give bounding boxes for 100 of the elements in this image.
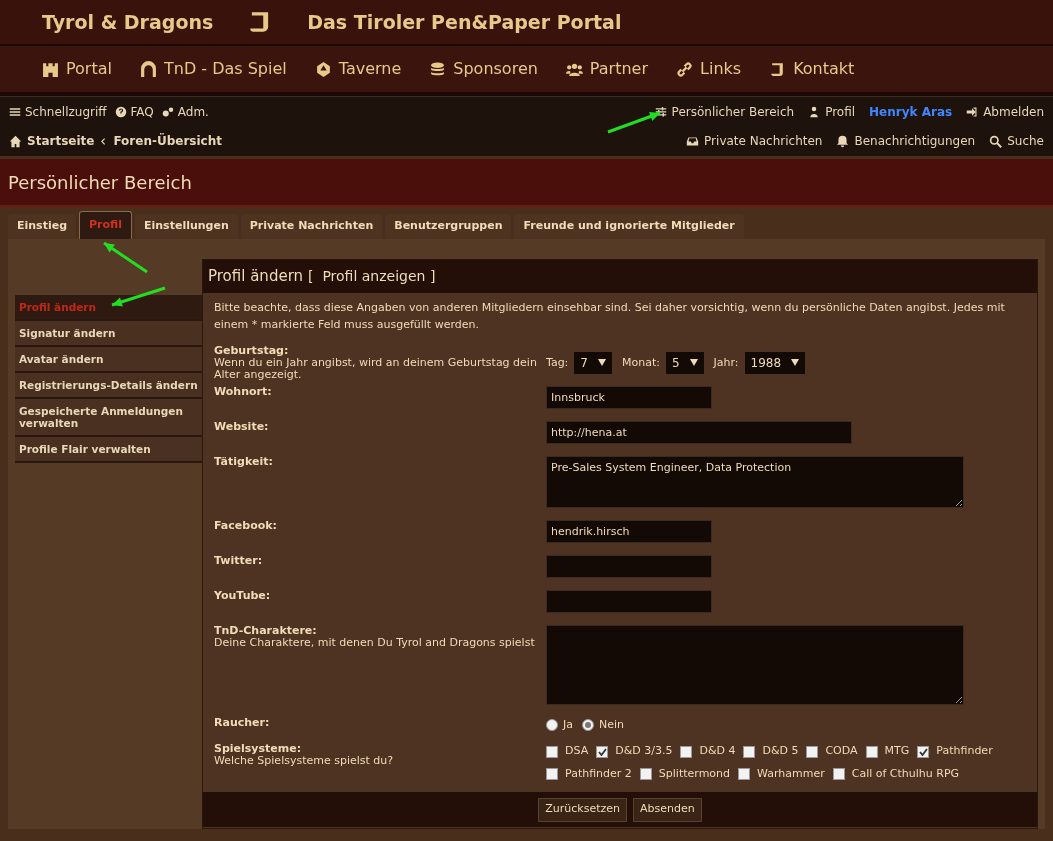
checkbox[interactable] xyxy=(832,768,845,781)
form-button[interactable]: Absenden xyxy=(633,797,702,822)
nav-link[interactable]: Taverne xyxy=(314,57,402,81)
quick-link[interactable]: Adm. xyxy=(161,102,209,121)
radio-button[interactable] xyxy=(582,719,594,732)
checkbox[interactable] xyxy=(546,768,558,781)
checkbox[interactable] xyxy=(917,745,930,758)
option-label: D&D 4 xyxy=(699,743,736,760)
checkbox[interactable] xyxy=(743,745,756,758)
field-hint: Deine Charaktere, mit denen Du Tyrol and Dragons spielst xyxy=(214,636,536,649)
search-icon xyxy=(989,134,1003,148)
checkbox[interactable] xyxy=(546,745,558,758)
annotation-arrow xyxy=(607,111,661,134)
sidebar-item[interactable]: Avatar ändern xyxy=(15,347,202,373)
nav-link[interactable]: TnD - Das Spiel xyxy=(139,57,287,81)
field-label: Twitter: xyxy=(214,554,264,567)
nav-link[interactable]: Links xyxy=(676,57,742,81)
nav-link[interactable]: Partner xyxy=(565,57,648,81)
tab[interactable]: Freunde und ignorierte Mitglieder xyxy=(514,214,744,239)
page-title: Persönlicher Bereich xyxy=(8,170,192,195)
option-label: Splittermond xyxy=(658,765,731,782)
field-hint: Welche Spielsysteme spielst du? xyxy=(214,755,395,768)
sign-out-icon xyxy=(966,105,979,118)
coins-icon xyxy=(429,60,447,78)
field-label: YouTube: xyxy=(214,589,272,602)
text-field[interactable]: http://hena.at xyxy=(546,420,852,444)
field-label: Raucher: xyxy=(214,716,271,729)
field-label: Wohnort: xyxy=(214,385,273,398)
field-label: TnD-Charaktere: xyxy=(214,624,318,637)
panel-title: Profil ändern xyxy=(208,266,304,288)
field-label: Geburtstag: xyxy=(214,344,290,357)
quick-link[interactable]: FAQ xyxy=(114,102,154,121)
tab[interactable]: Benutzergruppen xyxy=(385,214,512,239)
select-label: Jahr: xyxy=(713,354,739,371)
text-field[interactable] xyxy=(546,554,712,578)
site-title[interactable]: Tyrol & Dragons xyxy=(42,7,214,37)
tab[interactable]: Einstieg xyxy=(8,214,77,239)
option-label: D&D 3/3.5 xyxy=(615,743,673,760)
link-icon xyxy=(676,60,693,78)
quick-link[interactable]: Schnellzugriff xyxy=(9,102,107,121)
text-field[interactable]: hendrik.hirsch xyxy=(546,519,712,543)
option-label: CODA xyxy=(825,743,858,760)
field-label: Spielsysteme: xyxy=(214,743,303,756)
sidebar-item[interactable]: Gespeicherte Anmeldungen verwalten xyxy=(15,399,202,437)
castle-icon xyxy=(42,60,59,78)
option-label: Ja xyxy=(563,716,573,733)
sidebar-item[interactable]: Registrierungs-Details ändern xyxy=(15,373,202,399)
form-button[interactable]: Zurücksetzen xyxy=(538,797,627,822)
field-label: Tätigkeit: xyxy=(214,455,274,468)
dice-icon xyxy=(314,60,332,78)
select-field[interactable]: 5 xyxy=(665,351,704,374)
sidebar-item[interactable]: Signatur ändern xyxy=(15,321,202,347)
inbox-icon xyxy=(686,134,700,148)
field-hint: Wenn du ein Jahr angibst, wird an deinem Geburtstag dein Alter angezeigt. xyxy=(214,356,538,381)
annotation-arrow xyxy=(103,241,148,274)
username-link[interactable]: Henryk Aras xyxy=(869,102,953,121)
user-link[interactable]: Profil xyxy=(808,102,856,121)
text-field[interactable] xyxy=(546,589,712,613)
breadcrumb-link[interactable]: Startseite xyxy=(27,132,95,150)
nav-link[interactable]: Sponsoren xyxy=(429,57,538,81)
checkbox[interactable] xyxy=(680,745,693,758)
breadcrumb-link[interactable]: Foren-Übersicht xyxy=(113,132,222,150)
checkbox[interactable] xyxy=(738,768,751,781)
field-label: Website: xyxy=(214,420,270,433)
gate-icon xyxy=(139,60,157,78)
field-label: Facebook: xyxy=(214,519,278,532)
option-label: D&D 5 xyxy=(762,743,799,760)
caret-icon xyxy=(689,359,698,367)
sidebar-item[interactable]: Profile Flair verwalten xyxy=(15,437,202,463)
nav-link[interactable]: Suche xyxy=(989,132,1044,150)
nav-link[interactable]: Private Nachrichten xyxy=(686,132,823,150)
site-subtitle: Das Tiroler Pen&Paper Portal xyxy=(307,9,622,35)
nav-link[interactable]: Benachrichtigungen xyxy=(836,132,976,150)
select-field[interactable]: 7 xyxy=(574,351,612,374)
nav-link[interactable]: Kontakt xyxy=(769,57,855,81)
checkbox[interactable] xyxy=(639,768,652,781)
textarea-field[interactable] xyxy=(546,624,964,705)
home-icon xyxy=(9,134,22,148)
option-label: MTG xyxy=(884,743,910,760)
help-icon xyxy=(114,105,127,118)
option-label: Warhammer xyxy=(757,765,825,782)
user-link[interactable]: Abmelden xyxy=(966,102,1044,121)
option-label: Pathfinder 2 xyxy=(565,765,632,782)
select-label: Tag: xyxy=(546,354,569,371)
radio-button[interactable] xyxy=(546,719,558,732)
annotation-arrow xyxy=(111,286,166,307)
text-field[interactable]: Innsbruck xyxy=(546,385,712,409)
nav-link[interactable]: Portal xyxy=(42,57,112,81)
select-field[interactable]: 1988 xyxy=(744,351,806,374)
textarea-field[interactable]: Pre-Sales System Engineer, Data Protection xyxy=(546,455,964,508)
select-label: Monat: xyxy=(621,354,660,371)
option-label: Call of Cthulhu RPG xyxy=(851,765,960,782)
profile-view-link[interactable]: [ Profil anzeigen ] xyxy=(308,265,436,287)
checkbox[interactable] xyxy=(596,745,609,758)
tab[interactable]: Private Nachrichten xyxy=(240,214,383,239)
checkbox[interactable] xyxy=(865,745,878,758)
tab[interactable]: Einstellungen xyxy=(135,214,238,239)
caret-icon xyxy=(791,359,800,367)
checkbox[interactable] xyxy=(806,745,819,758)
option-label: Nein xyxy=(599,716,625,733)
